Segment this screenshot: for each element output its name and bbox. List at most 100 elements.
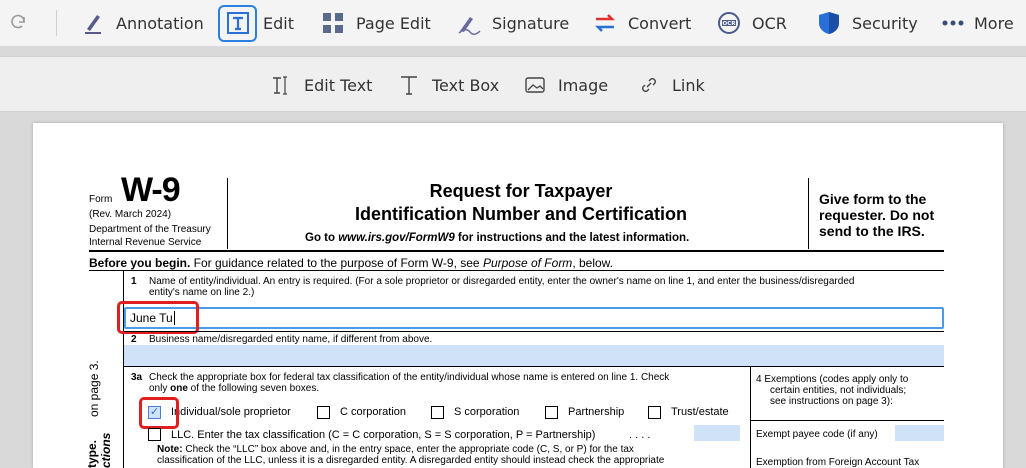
subbar-text-box[interactable]: Text Box: [398, 57, 499, 113]
form-irs: Internal Revenue Service: [89, 237, 202, 248]
exemptions-divider: [750, 367, 751, 468]
line1-number: 1: [131, 276, 137, 287]
signature-icon: [456, 10, 482, 36]
line1-instructions-a: Name of entity/individual. An entry is r…: [149, 276, 855, 287]
goto-url[interactable]: www.irs.gov/FormW9: [338, 232, 455, 244]
checkbox-c-corp-label: C corporation: [340, 406, 407, 418]
checkbox-s-corp[interactable]: [431, 406, 444, 419]
checkbox-trust[interactable]: [648, 406, 661, 419]
toolbar-more-label: More: [974, 13, 1014, 33]
header-bottom-rule: [89, 250, 944, 252]
pen-icon: [80, 10, 106, 36]
note-bold: Note:: [157, 444, 183, 455]
toolbar-signature[interactable]: Signature: [456, 0, 569, 46]
llc-note-line2: classification of the LLC, unless it is …: [157, 455, 665, 466]
fatca-label: Exemption from Foreign Account Tax: [756, 457, 920, 468]
more-dots-icon: [942, 10, 964, 36]
toolbar-convert-label: Convert: [628, 13, 692, 33]
side-text-type: type.: [85, 439, 99, 468]
before-end: , below.: [572, 256, 614, 270]
llc-label: LLC. Enter the tax classification (C = C…: [171, 429, 596, 441]
toolbar-ocr-label: OCR: [752, 13, 787, 33]
form-dept: Department of the Treasury: [89, 224, 211, 235]
toolbar-more[interactable]: More: [942, 0, 1014, 46]
line2-instructions: Business name/disregarded entity name, i…: [149, 334, 433, 345]
toolbar-convert[interactable]: Convert: [592, 0, 691, 46]
form-number: W-9: [121, 171, 181, 209]
before-you-begin: Before you begin. For guidance related t…: [89, 256, 613, 270]
svg-text:OCR: OCR: [723, 21, 737, 27]
subbar-link[interactable]: Link: [638, 57, 705, 113]
before-rule: [89, 270, 944, 271]
business-name-input[interactable]: [124, 345, 944, 366]
line3a-instructions-a: Check the appropriate box for federal ta…: [149, 372, 670, 383]
toolbar-signature-label: Signature: [492, 13, 570, 33]
toolbar-edit-label: Edit: [263, 13, 294, 33]
toolbar-annotation[interactable]: Annotation: [80, 0, 204, 46]
checkbox-partnership-label: Partnership: [568, 406, 625, 418]
toolbar-edit[interactable]: Edit: [218, 0, 294, 46]
checkbox-trust-label: Trust/estate: [671, 406, 729, 418]
form-title-line2: Identification Number and Certification: [354, 204, 688, 224]
subbar-edit-text-label: Edit Text: [304, 75, 373, 95]
note-text-a: Check the “LLC” box above and, in the en…: [182, 444, 634, 455]
edit-text-cursor-icon: [270, 74, 292, 96]
toolbar-annotation-label: Annotation: [116, 13, 204, 33]
llc-classification-input[interactable]: [694, 425, 740, 441]
form-goto-line: Go to www.irs.gov/FormW9 for instruction…: [305, 232, 689, 244]
line3a-instructions-b: only one of the following seven boxes.: [149, 383, 319, 394]
give-form-line2: requester. Do not: [819, 207, 935, 223]
highlight-checkbox: [139, 397, 179, 429]
line3a-only: only: [149, 383, 171, 394]
redo-icon[interactable]: [10, 13, 28, 31]
exempt-payee-input[interactable]: [895, 425, 944, 441]
goto-pre: Go to: [305, 232, 339, 244]
before-italic: Purpose of Form: [482, 256, 573, 270]
line2-number: 2: [131, 334, 137, 345]
header-divider-right: [808, 178, 809, 249]
form-title-line1: Request for Taxpayer: [429, 181, 613, 201]
line2-rule-bottom: [124, 366, 944, 367]
form-revision: (Rev. March 2024): [89, 209, 172, 220]
header-divider-left: [227, 178, 228, 249]
line3a-number: 3a: [131, 372, 143, 383]
form-word: Form: [89, 194, 113, 205]
before-bold: Before you begin.: [89, 256, 191, 270]
image-icon: [524, 74, 546, 96]
exempt-payee-label: Exempt payee code (if any): [756, 429, 878, 440]
toolbar-page-edit[interactable]: Page Edit: [320, 0, 431, 46]
line2-rule-top: [124, 331, 944, 332]
toolbar-security[interactable]: Security: [816, 0, 918, 46]
llc-dots: . . . .: [629, 429, 651, 441]
edit-subtoolbar: Edit Text Text Box Image Link: [0, 56, 1026, 112]
checkbox-s-corp-label: S corporation: [454, 406, 520, 418]
line3a-rest: of the following seven boxes.: [187, 383, 320, 394]
checkbox-llc[interactable]: [148, 428, 161, 441]
checkbox-individual-label: Individual/sole proprietor: [171, 406, 291, 418]
edit-text-icon: [218, 4, 257, 42]
name-input[interactable]: June Tu: [124, 307, 944, 329]
toolbar-ocr[interactable]: OCR OCR: [716, 0, 787, 46]
subbar-link-label: Link: [672, 75, 705, 95]
llc-note-line1: Note: Check the “LLC” box above and, in …: [157, 444, 634, 455]
line1-instructions-b: entity's name on line 2.): [149, 287, 255, 298]
page-grid-icon: [320, 10, 346, 36]
side-text-instructions: ctions: [99, 432, 113, 468]
ocr-icon: OCR: [716, 10, 742, 36]
subbar-text-box-label: Text Box: [432, 75, 500, 95]
checkbox-partnership[interactable]: [545, 406, 558, 419]
shield-icon: [816, 10, 842, 36]
subbar-edit-text[interactable]: Edit Text: [270, 57, 372, 113]
goto-post: for instructions and the latest informat…: [454, 232, 690, 244]
subbar-image[interactable]: Image: [524, 57, 608, 113]
toolbar-separator: [56, 10, 57, 36]
convert-icon: [592, 10, 618, 36]
line3a-one: one: [170, 383, 188, 394]
before-text: For guidance related to the purpose of F…: [190, 256, 483, 270]
exemptions-rule: [751, 420, 944, 421]
checkbox-c-corp[interactable]: [317, 406, 330, 419]
give-form-line3: send to the IRS.: [819, 223, 925, 239]
side-text-page3: on page 3.: [87, 360, 101, 417]
main-toolbar: Annotation Edit Page Edit Signature Conv…: [0, 0, 1026, 46]
subbar-image-label: Image: [558, 75, 609, 95]
